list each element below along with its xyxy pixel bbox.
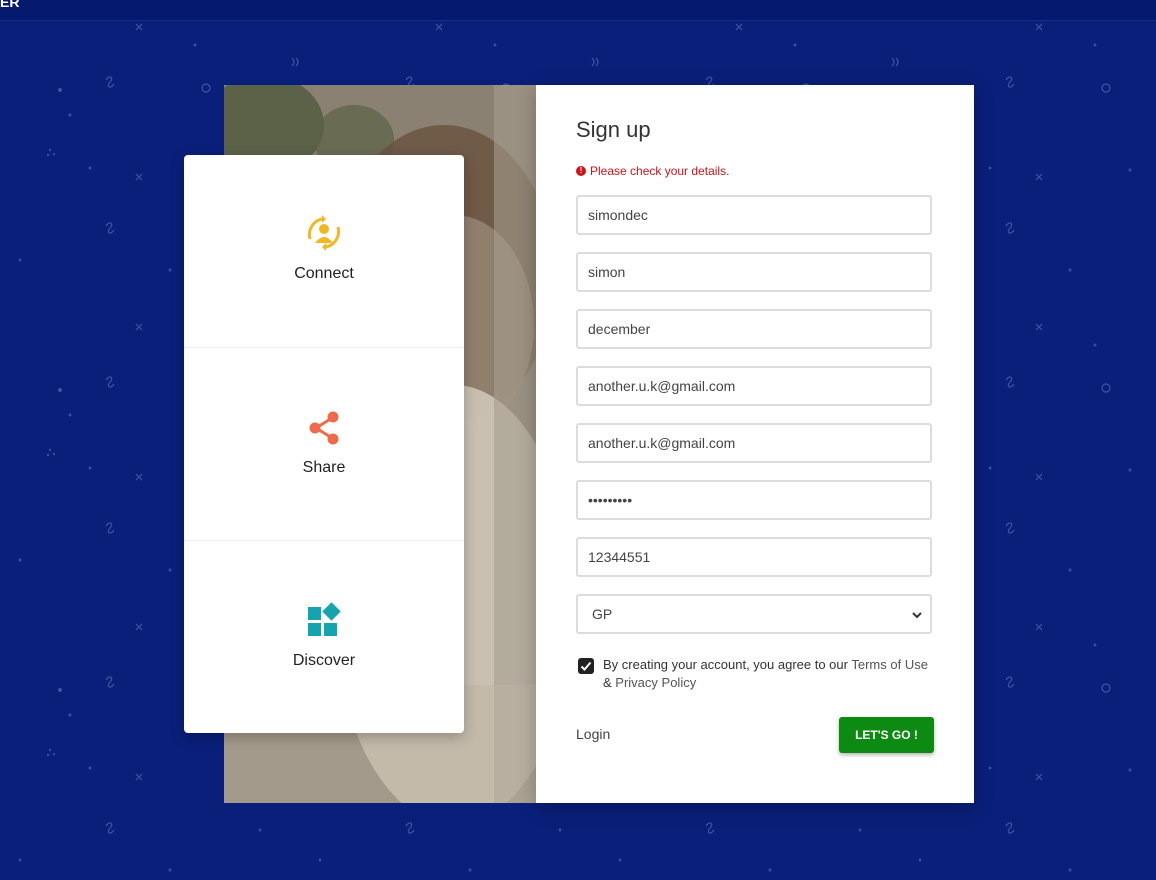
login-link[interactable]: Login [576,726,610,742]
phone-field[interactable] [576,537,932,577]
username-field[interactable] [576,195,932,235]
form-error-message: ! Please check your details. [576,164,729,178]
top-navbar: ER [0,0,1156,21]
connect-user-icon [307,215,341,251]
terms-agreement: By creating your account, you agree to o… [576,656,936,696]
email-field[interactable] [576,366,932,406]
checkmark-icon [580,661,592,671]
privacy-policy-link[interactable]: Privacy Policy [615,675,696,690]
feature-label-discover: Discover [292,652,356,669]
form-title: Sign up [576,117,651,142]
password-field[interactable] [576,480,932,520]
terms-of-use-link[interactable]: Terms of Use [851,657,928,672]
error-text: Please check your details. [590,164,730,178]
brand-text: ER [0,0,20,10]
feature-connect: Connect [184,155,464,347]
feature-label-share: Share [302,459,346,476]
chevron-down-icon [912,612,922,619]
terms-checkbox[interactable] [578,658,594,674]
share-icon [309,411,339,445]
terms-separator: & [603,675,616,690]
signup-form: Sign up ! Please check your details. GP … [536,85,974,803]
feature-label-connect: Connect [294,265,354,282]
last-name-field[interactable] [576,309,932,349]
first-name-field[interactable] [576,252,932,292]
features-card: Connect Share Discover [184,155,464,733]
terms-intro: By creating your account, you agree to o… [603,657,852,672]
email-confirm-field[interactable] [576,423,932,463]
submit-button[interactable]: LET'S GO ! [839,717,934,753]
practice-select[interactable]: GP [576,594,932,634]
feature-share: Share [184,347,464,540]
discover-grid-icon [308,602,341,636]
terms-text: By creating your account, you agree to o… [603,656,938,692]
feature-discover: Discover [184,540,464,733]
select-value: GP [592,606,613,622]
error-icon: ! [576,166,586,176]
